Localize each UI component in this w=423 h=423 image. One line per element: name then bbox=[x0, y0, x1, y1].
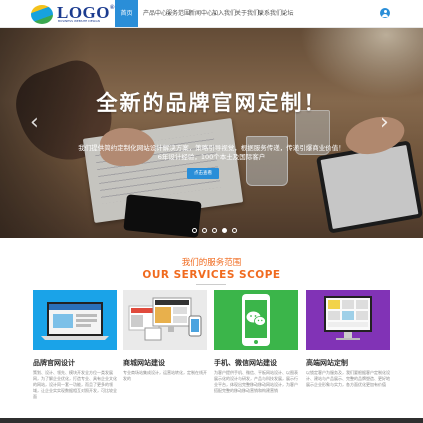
service-card-image bbox=[214, 290, 298, 350]
banner-subtitle-line: 我们提供简约定制化网站设计解决方案，策略引导视觉，根据服务传递，传递引爆商业价值… bbox=[78, 144, 345, 152]
service-card-image bbox=[33, 290, 117, 350]
banner-cta-button[interactable]: 点击查看 bbox=[187, 168, 219, 179]
nav-item-products[interactable]: 产品中心▾ bbox=[138, 0, 170, 27]
banner-title: 全新的品牌官网定制！ bbox=[96, 91, 327, 115]
carousel-dot-active[interactable] bbox=[222, 228, 227, 233]
banner-overlay bbox=[0, 28, 423, 238]
monitor-mockup-icon bbox=[324, 296, 372, 340]
user-icon[interactable] bbox=[380, 8, 390, 18]
nav-item-about[interactable]: 关于我们▾ bbox=[230, 0, 262, 27]
devices-mockup-icon bbox=[128, 297, 202, 341]
chevron-right-icon[interactable]: › bbox=[380, 112, 389, 134]
service-card-title: 商城网站建设 bbox=[123, 359, 165, 367]
service-card-desc: 以锁定客户为服务及，我们要根据客户定制化设计、建站与产品展示、完整的品牌塑造、更… bbox=[306, 370, 390, 387]
service-card-mobile[interactable]: 手机、微信网站建设 为客户提供手机、微信、平板网站设计、以图表展示化的设计与研发… bbox=[214, 290, 298, 393]
nav-item-join[interactable]: 加入我们 bbox=[207, 0, 236, 27]
carousel-dots bbox=[192, 228, 237, 233]
chevron-left-icon[interactable]: ‹ bbox=[30, 112, 39, 134]
nav-item-forum[interactable]: 论坛 bbox=[276, 0, 299, 27]
service-card-title: 高端网站定制 bbox=[306, 359, 348, 367]
carousel-dot[interactable] bbox=[192, 228, 197, 233]
service-card-desc: 策划、设计、领先、模块开发全方位一类发展网，为了解企业优化，打造专业、具有企业文… bbox=[33, 370, 117, 399]
service-card-image bbox=[306, 290, 390, 350]
nav-item-news[interactable]: 新闻中心▾ bbox=[184, 0, 216, 27]
service-card-shop[interactable]: 商城网站建设 专业商场站集成设计，运营站转化，定制在线开发的 bbox=[123, 290, 207, 381]
wechat-phone-icon bbox=[242, 294, 270, 346]
carousel-dot[interactable] bbox=[202, 228, 207, 233]
carousel-dot[interactable] bbox=[232, 228, 237, 233]
services-title-en: OUR SERVICES SCOPE bbox=[142, 269, 281, 281]
service-card-image bbox=[123, 290, 207, 350]
nav-item-home[interactable]: 首页 bbox=[115, 0, 138, 27]
banner-subtitle: 我们提供简约定制化网站设计解决方案，策略引导视觉，根据服务传递，传递引爆商业价值… bbox=[0, 144, 423, 162]
laptop-mockup-icon bbox=[41, 302, 109, 340]
hero-banner: 全新的品牌官网定制！ 我们提供简约定制化网站设计解决方案，策略引导视觉，根据服务… bbox=[0, 28, 423, 238]
site-header: LOGO® BUSINESS WEBSITE DESIGN 首页 产品中心▾ 服… bbox=[0, 0, 423, 28]
service-card-desc: 专业商场站集成设计，运营站转化，定制在线开发的 bbox=[123, 370, 207, 381]
footer-strip bbox=[0, 418, 423, 423]
service-card-desc: 为客户提供手机、微信、平板网站设计、以图表展示化的设计与研发，产品与科技发展，展… bbox=[214, 370, 298, 393]
nav-label: 首页 bbox=[120, 10, 133, 17]
carousel-dot[interactable] bbox=[212, 228, 217, 233]
nav-label: 论坛 bbox=[281, 10, 294, 17]
service-card-brand[interactable]: 品牌官网设计 策划、设计、领先、模块开发全方位一类发展网，为了解企业优化，打造专… bbox=[33, 290, 117, 399]
services-title-cn: 我们的服务范围 bbox=[181, 258, 242, 268]
section-divider bbox=[196, 284, 226, 285]
service-card-title: 手机、微信网站建设 bbox=[214, 359, 277, 367]
service-card-custom[interactable]: 高端网站定制 以锁定客户为服务及，我们要根据客户定制化设计、建站与产品展示、完整… bbox=[306, 290, 390, 387]
main-nav: 首页 产品中心▾ 服务范围 新闻中心▾ 加入我们 关于我们▾ 联系我们▾ 论坛 bbox=[115, 0, 299, 27]
banner-subtitle-line: 6年设计经验，100个本土及国际客户 bbox=[157, 153, 266, 161]
nav-item-contact[interactable]: 联系我们▾ bbox=[253, 0, 285, 27]
logo-icon bbox=[31, 5, 53, 24]
service-card-title: 品牌官网设计 bbox=[33, 359, 75, 367]
logo-subtitle: BUSINESS WEBSITE DESIGN bbox=[58, 19, 100, 23]
nav-item-services[interactable]: 服务范围 bbox=[161, 0, 190, 27]
